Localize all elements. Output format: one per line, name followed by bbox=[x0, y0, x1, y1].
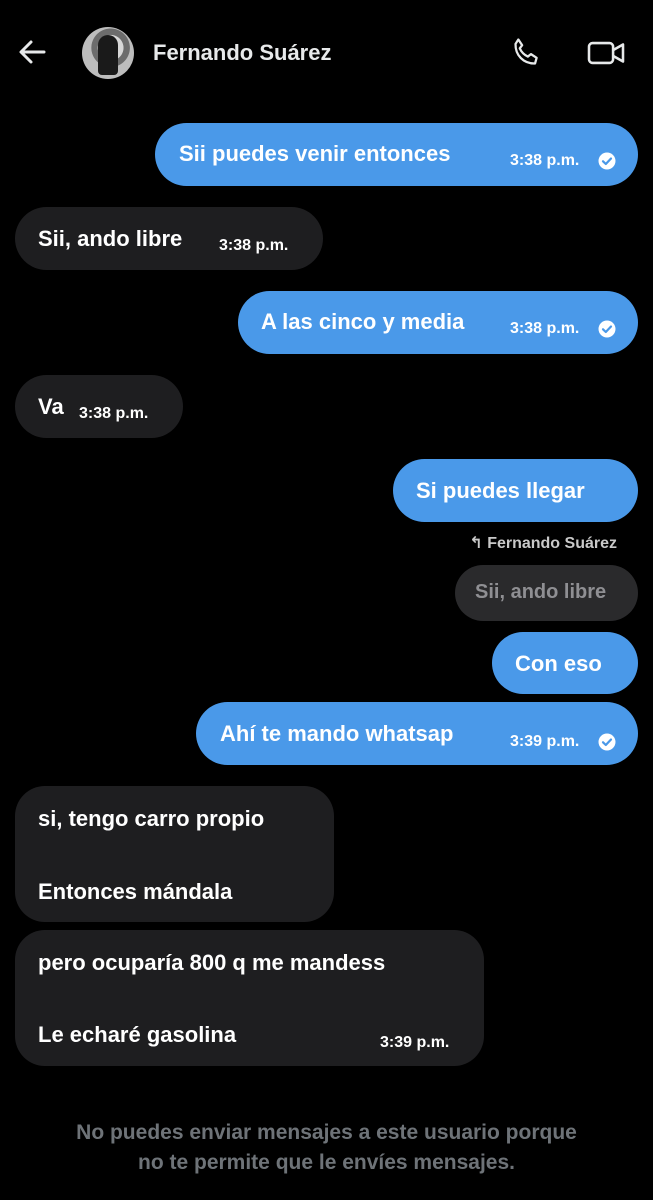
message-outgoing[interactable]: A las cinco y media 3:38 p.m. bbox=[238, 291, 638, 354]
message-text: Sii, ando libre bbox=[38, 226, 183, 251]
read-check-icon bbox=[598, 320, 616, 338]
message-text: Ahí te mando whatsap bbox=[220, 721, 454, 746]
video-camera-icon[interactable] bbox=[586, 36, 626, 70]
message-line: Le echaré gasolina bbox=[38, 1022, 237, 1047]
phone-icon[interactable] bbox=[509, 36, 543, 70]
message-time: 3:38 p.m. bbox=[219, 237, 289, 254]
message-text: Con eso bbox=[515, 651, 602, 676]
quoted-message[interactable]: Sii, ando libre bbox=[455, 565, 638, 621]
message-text: Va bbox=[38, 394, 64, 419]
notice-line: No puedes enviar mensajes a este usuario… bbox=[76, 1121, 577, 1144]
message-time: 3:39 p.m. bbox=[510, 733, 580, 750]
avatar[interactable] bbox=[82, 27, 134, 79]
message-incoming[interactable]: pero ocuparía 800 q me mandess Le echaré… bbox=[15, 930, 484, 1066]
message-outgoing[interactable]: Con eso bbox=[492, 632, 638, 694]
message-outgoing[interactable]: Sii puedes venir entonces 3:38 p.m. bbox=[155, 123, 638, 186]
message-line: pero ocuparía 800 q me mandess bbox=[38, 950, 386, 975]
chat-header: Fernando Suárez bbox=[0, 0, 653, 104]
message-line: Entonces mándala bbox=[38, 879, 233, 904]
reply-to-name: Fernando Suárez bbox=[487, 535, 617, 552]
message-time: 3:38 p.m. bbox=[510, 152, 580, 169]
reply-arrow-icon: ↰ bbox=[469, 535, 483, 552]
read-check-icon bbox=[598, 152, 616, 170]
message-text: Si puedes llegar bbox=[416, 478, 585, 503]
message-text: Sii puedes venir entonces bbox=[179, 141, 451, 166]
message-text: A las cinco y media bbox=[261, 309, 465, 334]
message-line: si, tengo carro propio bbox=[38, 806, 265, 831]
message-outgoing[interactable]: Si puedes llegar bbox=[393, 459, 638, 522]
message-outgoing[interactable]: Ahí te mando whatsap 3:39 p.m. bbox=[196, 702, 638, 765]
read-check-icon bbox=[598, 733, 616, 751]
messaging-restricted-notice: No puedes enviar mensajes a este usuario… bbox=[0, 1118, 653, 1178]
message-time: 3:38 p.m. bbox=[79, 405, 149, 422]
message-incoming[interactable]: Va 3:38 p.m. bbox=[15, 375, 183, 438]
message-time: 3:38 p.m. bbox=[510, 320, 580, 337]
message-time: 3:39 p.m. bbox=[380, 1034, 450, 1051]
message-incoming[interactable]: Sii, ando libre 3:38 p.m. bbox=[15, 207, 323, 270]
contact-name[interactable]: Fernando Suárez bbox=[153, 40, 331, 66]
message-incoming[interactable]: si, tengo carro propio Entonces mándala bbox=[15, 786, 334, 922]
reply-to-label: ↰ Fernando Suárez bbox=[469, 533, 617, 553]
notice-line: no te permite que le envíes mensajes. bbox=[138, 1151, 515, 1174]
back-arrow-icon[interactable] bbox=[16, 36, 48, 68]
